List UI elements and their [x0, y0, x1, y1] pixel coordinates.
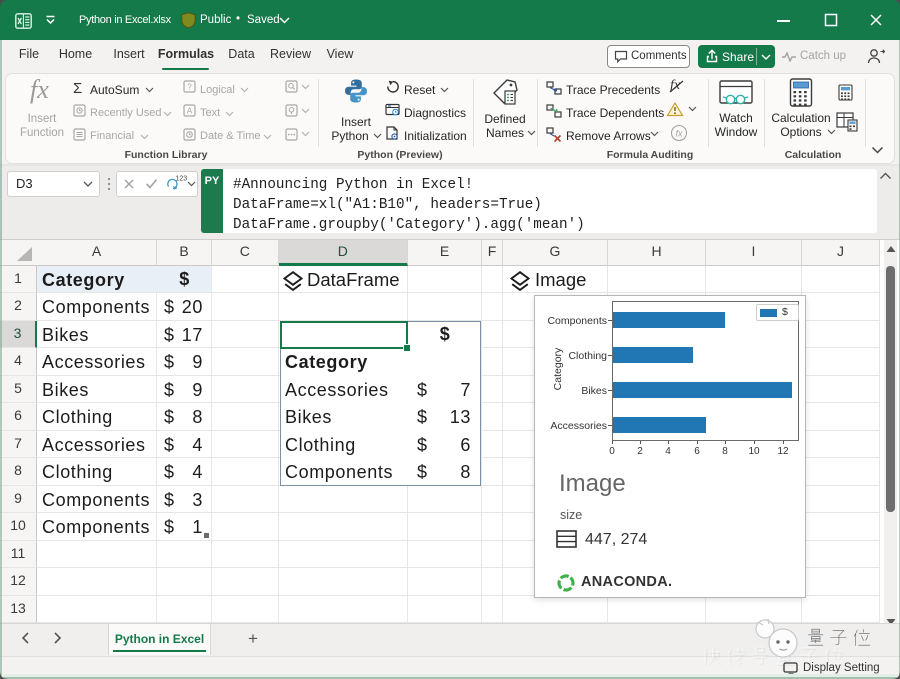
svg-text:?: ?: [187, 83, 192, 92]
svg-text:A: A: [187, 107, 193, 116]
svg-text:123: 123: [176, 176, 188, 183]
svg-text:fx: fx: [675, 129, 683, 139]
